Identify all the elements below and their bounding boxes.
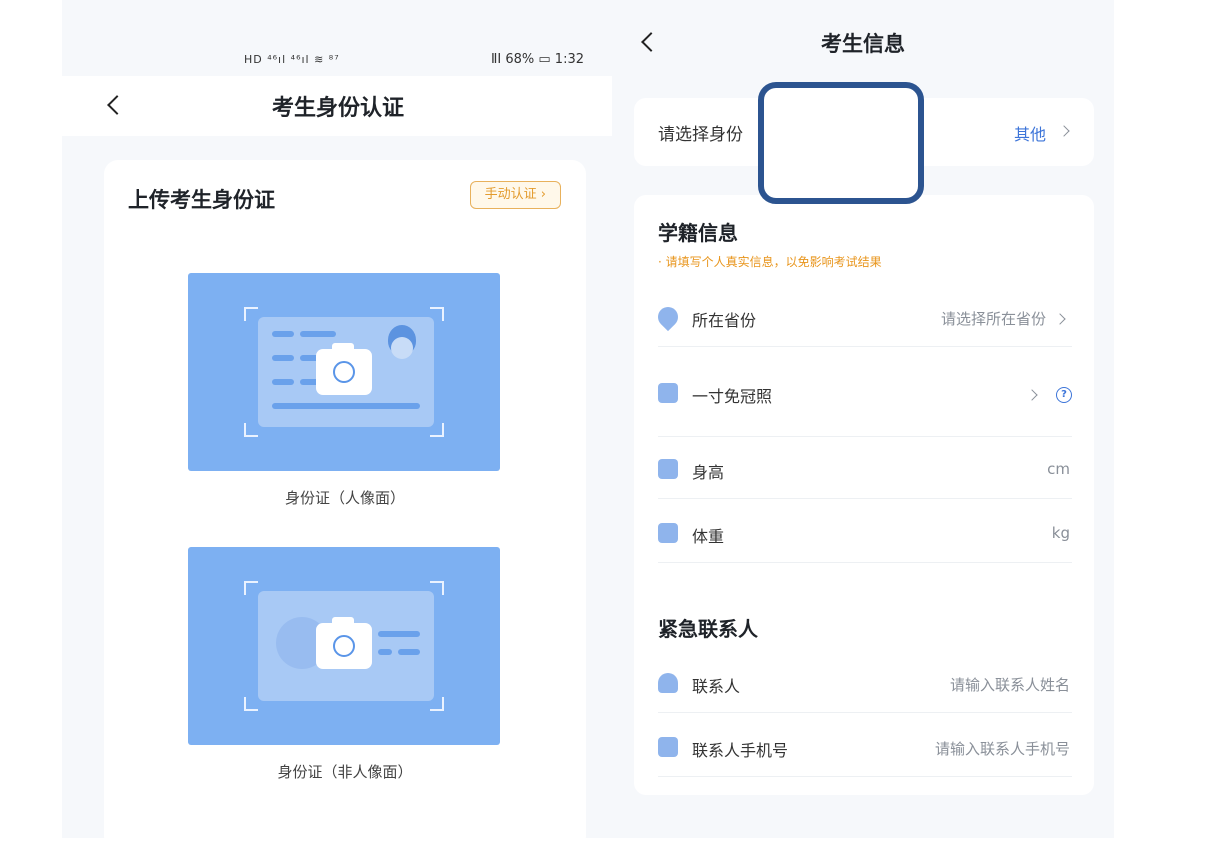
location-pin-icon [653, 302, 683, 332]
divider [658, 498, 1072, 499]
person-icon [658, 673, 678, 693]
scale-icon [658, 523, 678, 543]
info-notice: · 请填写个人真实信息，以免影响考试结果 [658, 255, 882, 269]
contact-name-input[interactable]: 请输入联系人姓名 [950, 674, 1070, 695]
id-front-caption: 身份证（人像面） [284, 489, 405, 507]
height-icon [658, 459, 678, 479]
student-info-card: 学籍信息 · 请填写个人真实信息，以免影响考试结果 所在省份 请选择所在省份 一… [634, 195, 1094, 795]
camera-icon [316, 343, 372, 395]
nav-bar: 考生信息 [612, 14, 1114, 72]
row-label: 体重 [692, 527, 725, 546]
text-line [272, 379, 294, 385]
divider [658, 436, 1072, 437]
row-label: 联系人 [692, 677, 741, 696]
frame-corner [244, 307, 258, 321]
identity-value: 其他 [1013, 125, 1046, 144]
id-back-caption: 身份证（非人像面） [277, 763, 413, 781]
id-back-upload[interactable] [188, 547, 500, 745]
text-line [398, 649, 420, 655]
camera-icon [316, 617, 372, 669]
identity-label: 请选择身份 [658, 125, 743, 145]
contact-name-row[interactable]: 联系人 请输入联系人姓名 [658, 657, 1072, 713]
row-label: 身高 [692, 463, 725, 482]
contact-phone-input[interactable]: 请输入联系人手机号 [935, 738, 1070, 759]
manual-verify-button[interactable]: 手动认证 › [469, 181, 561, 209]
frame-corner [244, 697, 258, 711]
page-title: 考生身份认证 [271, 96, 404, 121]
unit-label: kg [1051, 524, 1070, 542]
status-bar: HD ⁴⁶ıl ⁴⁶ıl ≋ ⁸⁷ ⅡⅠ 68% ▭ 1:32 [62, 48, 614, 76]
divider [658, 562, 1072, 563]
row-label: 所在省份 [692, 311, 757, 330]
upload-title: 上传考生身份证 [128, 188, 275, 212]
divider [658, 776, 1072, 777]
id-verification-screen: HD ⁴⁶ıl ⁴⁶ıl ≋ ⁸⁷ ⅡⅠ 68% ▭ 1:32 考生身份认证 上… [62, 0, 614, 850]
page-title: 考生信息 [821, 32, 905, 56]
id-front-upload[interactable] [188, 273, 500, 471]
row-label: 一寸免冠照 [692, 387, 773, 406]
frame-corner [244, 423, 258, 437]
chevron-right-icon [1054, 313, 1066, 325]
divider [658, 346, 1072, 347]
contact-phone-row[interactable]: 联系人手机号 请输入联系人手机号 [658, 721, 1072, 777]
text-line [378, 649, 392, 655]
weight-row[interactable]: 体重 kg [658, 507, 1072, 563]
chevron-right-icon [1058, 125, 1070, 137]
frame-corner [244, 581, 258, 595]
row-label: 联系人手机号 [692, 741, 789, 760]
portrait-icon [376, 325, 428, 397]
height-row[interactable]: 身高 cm [658, 443, 1072, 499]
highlight-box [758, 82, 924, 204]
section-title-school: 学籍信息 [658, 221, 738, 245]
section-title-contact: 紧急联系人 [658, 617, 758, 641]
row-value: 请选择所在省份 [940, 310, 1046, 328]
text-line [272, 331, 294, 337]
signal-icons: HD ⁴⁶ıl ⁴⁶ıl ≋ ⁸⁷ [244, 53, 340, 66]
text-line [378, 631, 420, 637]
battery-time: ⅡⅠ 68% ▭ 1:32 [491, 52, 584, 67]
province-row[interactable]: 所在省份 请选择所在省份 [653, 291, 1072, 347]
upload-id-card: 上传考生身份证 手动认证 › 身份证（人像面） 身份证（非人像面） [104, 160, 586, 850]
help-icon[interactable]: ? [1056, 387, 1072, 403]
chevron-right-icon [1026, 389, 1038, 401]
text-line [272, 403, 420, 409]
text-line [300, 331, 336, 337]
photo-icon [658, 383, 678, 403]
divider [658, 712, 1072, 713]
nav-bar: 考生身份认证 [62, 76, 614, 136]
unit-label: cm [1047, 460, 1070, 478]
photo-row[interactable]: 一寸免冠照 ? [658, 367, 1072, 437]
text-line [272, 355, 294, 361]
phone-icon [658, 737, 678, 757]
